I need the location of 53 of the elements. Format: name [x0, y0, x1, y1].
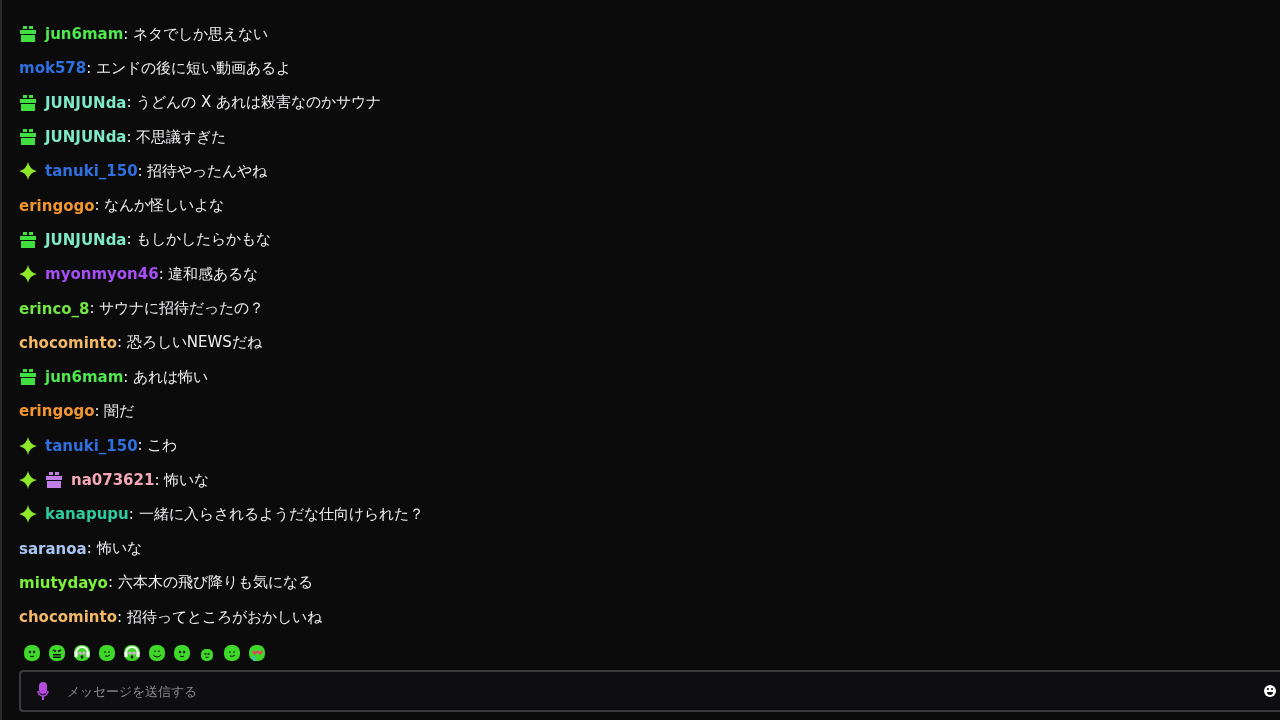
message-text: : もしかしたらかもな	[126, 230, 272, 250]
username[interactable]: kanapupu	[45, 505, 129, 524]
message-text: : 六本木の飛び降りも気になる	[107, 573, 313, 593]
username[interactable]: erinco_8	[19, 299, 90, 318]
username[interactable]: mok578	[19, 59, 87, 78]
message-text: : エンドの後に短い動画あるよ	[86, 58, 292, 78]
message-text: : ネタでしか思えない	[123, 24, 269, 44]
sparkle-icon	[19, 265, 37, 284]
username[interactable]: JUNJUNda	[45, 93, 127, 112]
username[interactable]: jun6mam	[45, 368, 124, 387]
emote-icon[interactable]	[23, 644, 41, 662]
message-field[interactable]: メッセージを送信する	[19, 670, 1280, 712]
message-text: : なんか怪しいよな	[94, 196, 225, 216]
username[interactable]: JUNJUNda	[45, 230, 127, 249]
message-text: : 不思議すぎた	[126, 127, 227, 147]
emoji-icon[interactable]	[1264, 685, 1276, 697]
username[interactable]: chocominto	[19, 608, 117, 627]
emote-icon[interactable]	[148, 644, 166, 662]
emote-icon[interactable]	[173, 644, 191, 662]
username[interactable]: eringogo	[19, 196, 95, 215]
username[interactable]: jun6mam	[45, 25, 124, 44]
message-text: : 招待やったんやね	[137, 161, 268, 181]
sparkle-icon	[19, 505, 37, 524]
username[interactable]: tanuki_150	[45, 436, 138, 455]
message-text: : あれは怖い	[123, 367, 209, 387]
sparkle-icon	[19, 471, 37, 489]
emote-icon[interactable]	[223, 644, 241, 662]
sparkle-icon	[19, 162, 37, 181]
username[interactable]: tanuki_150	[45, 162, 138, 181]
message-text: : 招待ってところがおかしいね	[117, 607, 322, 627]
message-text: : 闇だ	[94, 401, 135, 421]
microphone-icon	[37, 682, 49, 700]
username[interactable]: chocominto	[19, 333, 117, 352]
message-text: : 怖いな	[154, 470, 210, 490]
emote-icon[interactable]	[123, 644, 141, 662]
username[interactable]: na073621	[71, 471, 155, 489]
message-text: : サウナに招待だったの？	[89, 299, 265, 318]
username[interactable]: myonmyon46	[45, 265, 159, 284]
sparkle-icon	[19, 436, 37, 455]
emote-icon[interactable]	[73, 644, 91, 662]
emote-icon[interactable]	[98, 644, 116, 662]
message-text: : うどんの X あれは殺害なのかサウナ	[126, 93, 382, 113]
username[interactable]: eringogo	[19, 402, 95, 421]
username[interactable]: JUNJUNda	[45, 128, 127, 147]
emote-icon[interactable]	[48, 644, 66, 662]
message-text: : 違和感あるな	[158, 264, 259, 284]
message-text: : 一緒に入らされるようだな仕向けられた？	[128, 504, 424, 524]
message-text: : 恐ろしいNEWSだね	[117, 333, 262, 353]
message-text: : こわ	[137, 436, 178, 456]
username[interactable]: saranoa	[19, 539, 87, 558]
username[interactable]: miutydayo	[19, 573, 108, 592]
message-text: : 怖いな	[86, 539, 142, 559]
emote-icon[interactable]	[248, 644, 266, 662]
